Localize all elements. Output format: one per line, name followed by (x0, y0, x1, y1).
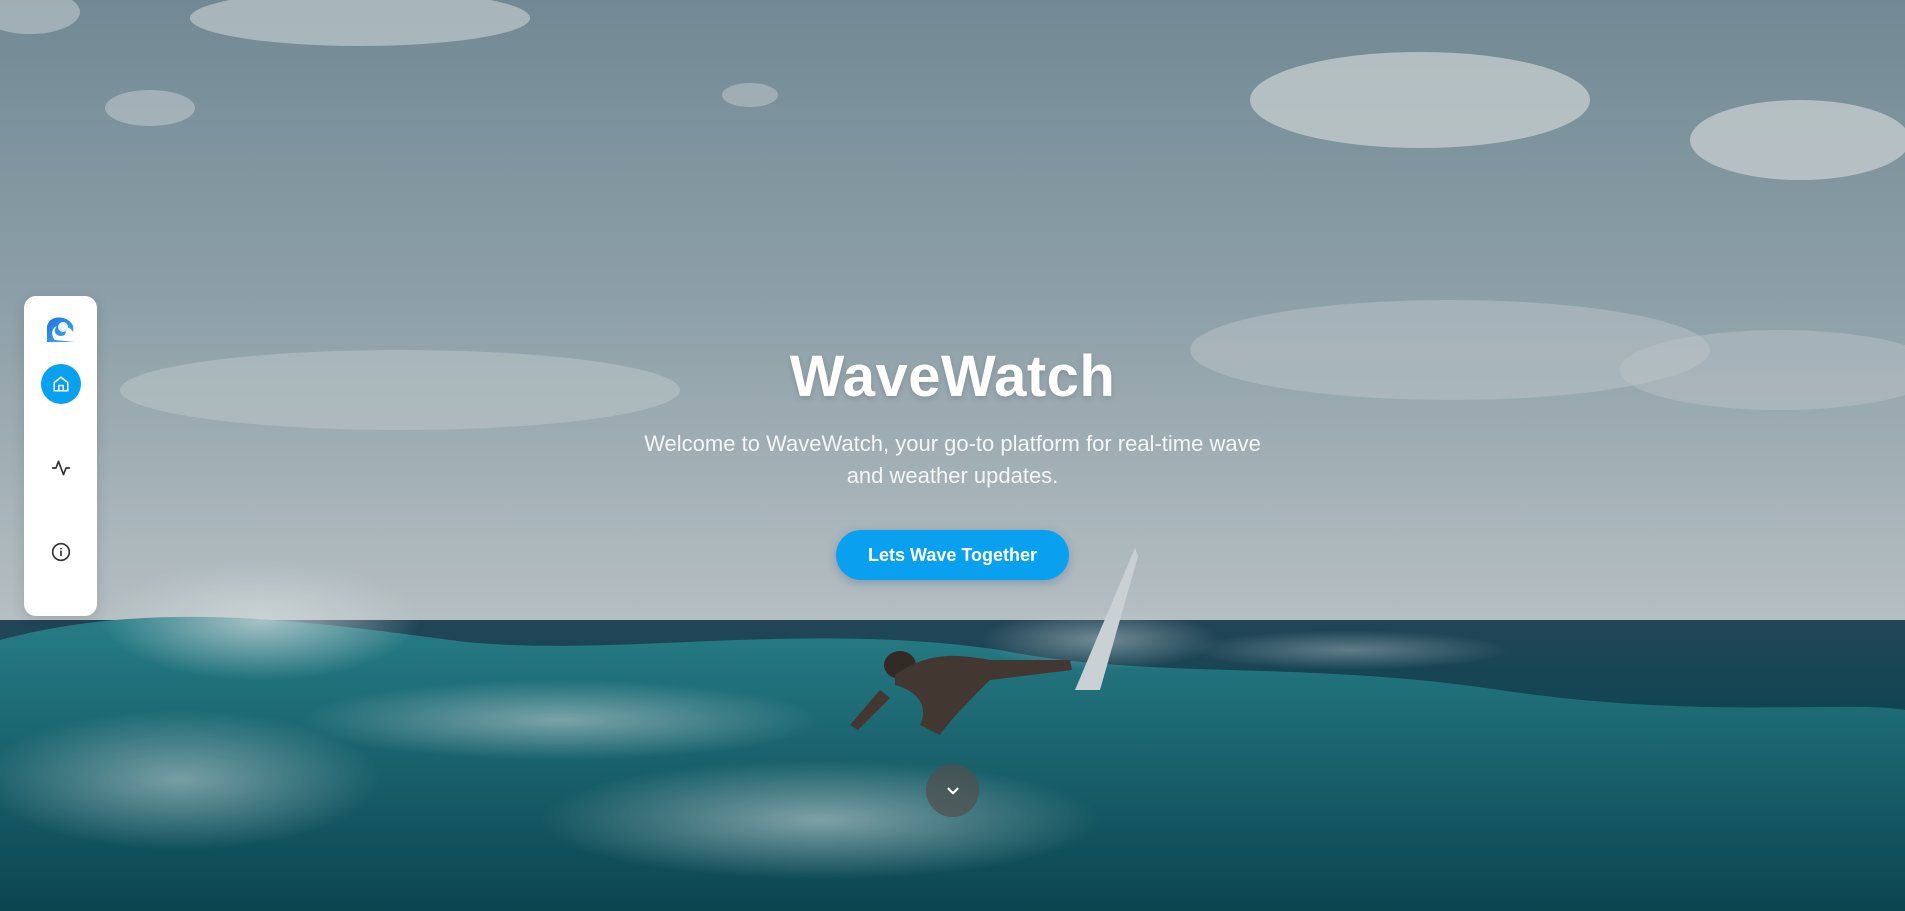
page-title: WaveWatch (789, 344, 1116, 409)
lets-wave-together-button[interactable]: Lets Wave Together (835, 530, 1070, 580)
chevron-down-icon (946, 787, 959, 794)
scroll-down-button[interactable] (926, 764, 979, 817)
hero-content: WaveWatch Welcome to WaveWatch, your go-… (0, 343, 1905, 580)
wave-logo-icon[interactable] (45, 314, 77, 346)
hero-subtitle: Welcome to WaveWatch, your go-to platfor… (644, 431, 1261, 488)
